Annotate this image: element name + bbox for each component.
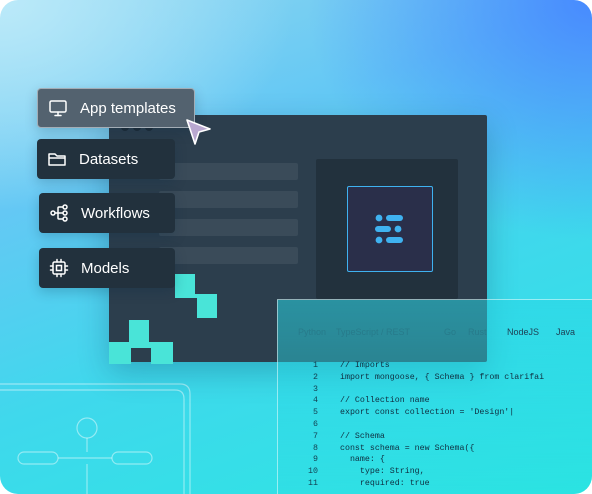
menu-item-label: Models xyxy=(81,259,130,277)
tab-java[interactable]: Java xyxy=(556,327,575,337)
code-line: 8 const schema = new Schema({ xyxy=(278,444,544,456)
code-line: 1 // Imports xyxy=(278,361,544,373)
monitor-icon xyxy=(48,98,68,118)
content-placeholder-bar xyxy=(159,163,298,180)
code-line: 11 required: true xyxy=(278,479,544,491)
code-text: type: String, xyxy=(340,467,425,477)
content-placeholder-bar xyxy=(159,191,298,208)
line-number: 6 xyxy=(313,419,318,429)
code-line: 4 // Collection name xyxy=(278,396,544,408)
tab-nodejs[interactable]: NodeJS xyxy=(507,327,539,337)
code-line: 10 type: String, xyxy=(278,467,544,479)
line-number: 7 xyxy=(313,431,318,441)
tab-rust[interactable]: Rust xyxy=(468,327,487,337)
line-number: 1 xyxy=(313,361,318,370)
content-placeholder-bar xyxy=(159,247,298,264)
code-line: 7 // Schema xyxy=(278,432,544,444)
code-text: // Imports xyxy=(340,361,390,370)
code-text: name: { xyxy=(340,455,385,465)
mouse-pointer-icon xyxy=(186,119,211,145)
code-text: // Schema xyxy=(340,431,385,441)
language-tabs: Python TypeScript / REST Go Rust NodeJS … xyxy=(278,327,592,341)
menu-item-label: Datasets xyxy=(79,150,139,168)
line-number: 9 xyxy=(313,455,318,465)
code-line: 5 export const collection = 'Design'| xyxy=(278,408,544,420)
code-snippet-panel: Python TypeScript / REST Go Rust NodeJS … xyxy=(277,299,592,494)
code-block: 1 // Imports 2 import mongoose, { Schema }… xyxy=(278,361,544,491)
line-number: 3 xyxy=(313,384,318,394)
menu-item-models[interactable]: Models xyxy=(39,248,175,288)
decorative-block-shape xyxy=(175,274,217,318)
menu-item-label: App templates xyxy=(80,99,176,117)
menu-item-datasets[interactable]: Datasets xyxy=(37,139,175,179)
code-line: 9 name: { xyxy=(278,455,544,467)
code-text: export const collection = 'Design'| xyxy=(340,408,515,418)
code-text: import mongoose, { Schema } from clarifa… xyxy=(340,372,545,382)
code-text: required: true xyxy=(340,478,430,488)
code-line: 6 xyxy=(278,420,544,432)
line-number: 8 xyxy=(313,443,318,453)
menu-item-app-templates[interactable]: App templates xyxy=(37,88,195,128)
content-placeholder-bar xyxy=(159,219,298,236)
chip-icon xyxy=(49,258,69,278)
preview-panel xyxy=(316,159,458,299)
tab-typescript[interactable]: TypeScript / REST xyxy=(336,327,410,337)
decorative-block-shape xyxy=(109,320,173,364)
code-line: 2 import mongoose, { Schema } from clarif… xyxy=(278,373,544,385)
tab-go[interactable]: Go xyxy=(444,327,456,337)
line-number: 10 xyxy=(308,467,318,477)
flowchart-decoration xyxy=(0,383,191,494)
clarifai-logo-icon xyxy=(375,214,403,244)
tab-python[interactable]: Python xyxy=(298,327,326,337)
folder-icon xyxy=(47,149,67,169)
menu-item-workflows[interactable]: Workflows xyxy=(39,193,175,233)
workflow-icon xyxy=(49,203,69,223)
code-text: // Collection name xyxy=(340,396,430,406)
menu-item-label: Workflows xyxy=(81,204,150,222)
line-number: 2 xyxy=(313,372,318,382)
clarifai-logo-tile[interactable] xyxy=(347,186,433,272)
hero-illustration: App templates Datasets Workflows Models … xyxy=(0,0,592,494)
code-text: const schema = new Schema({ xyxy=(340,443,475,453)
line-number: 5 xyxy=(313,408,318,418)
line-number: 11 xyxy=(308,478,318,488)
line-number: 4 xyxy=(313,396,318,406)
code-line: 3 xyxy=(278,385,544,397)
